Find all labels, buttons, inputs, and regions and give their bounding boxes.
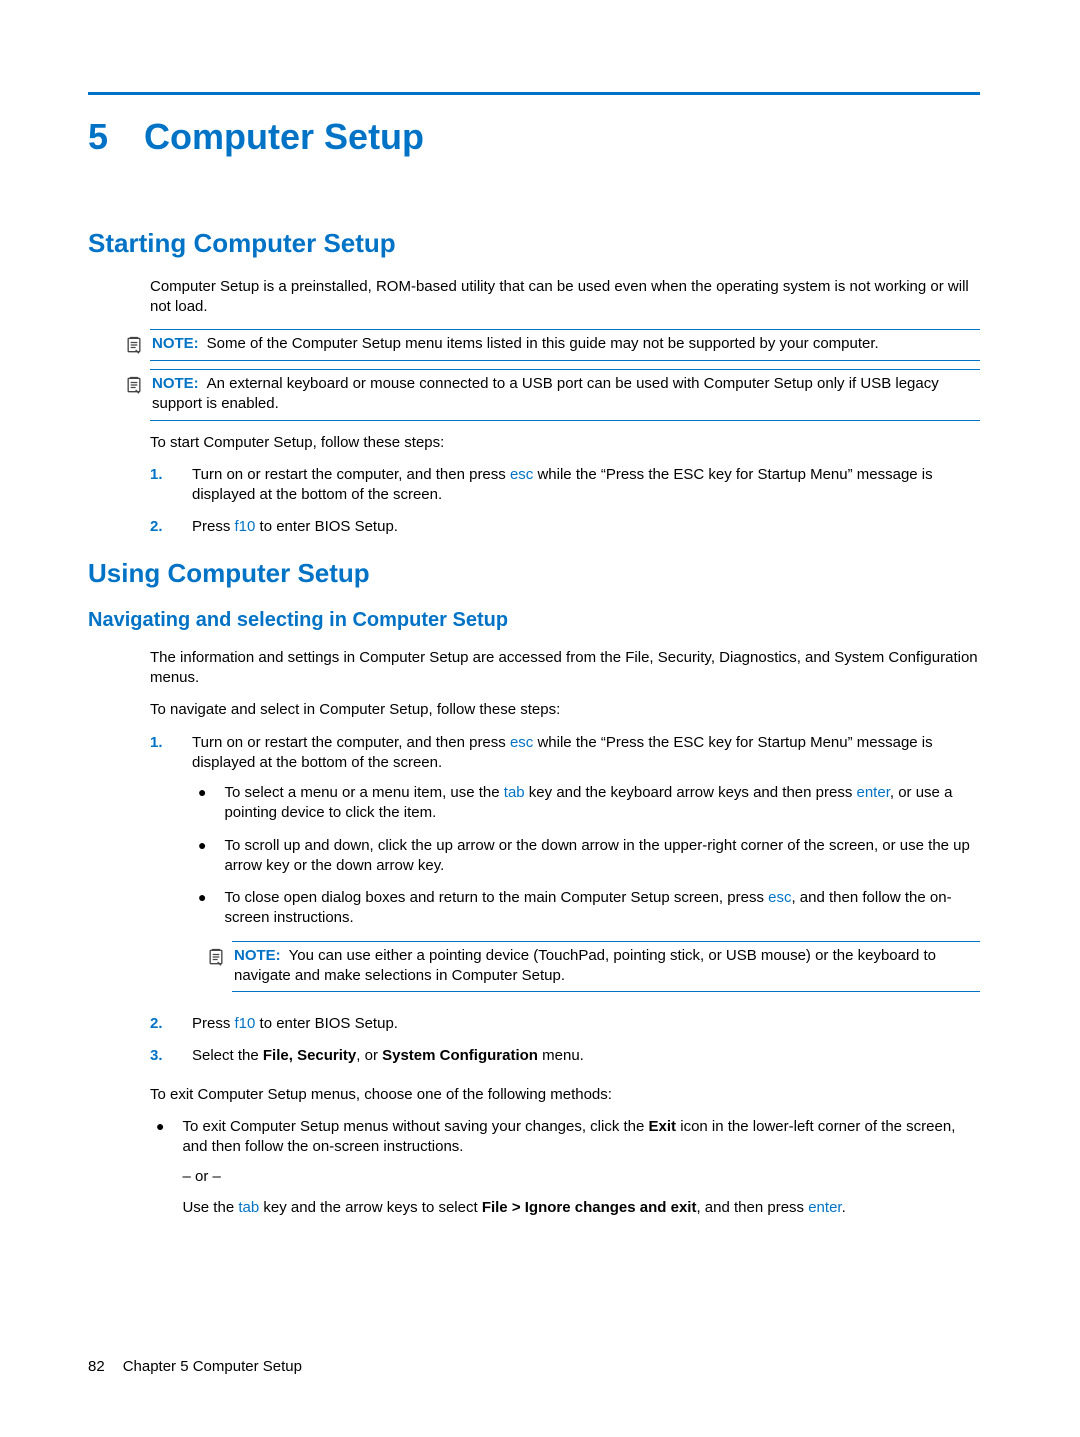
- note-label: NOTE:: [234, 947, 281, 964]
- sub-bullets: ● To select a menu or a menu item, use t…: [192, 783, 980, 929]
- step-3: 3. Select the File, Security, or System …: [150, 1046, 980, 1066]
- note-label: NOTE:: [152, 375, 199, 392]
- chapter-number: 5: [88, 113, 108, 162]
- step-number: 2.: [150, 1014, 168, 1034]
- note-icon: [124, 375, 144, 395]
- section-heading-starting: Starting Computer Setup: [88, 226, 980, 261]
- steps-lead: To start Computer Setup, follow these st…: [150, 433, 980, 453]
- step-2: 2. Press f10 to enter BIOS Setup.: [150, 517, 980, 537]
- chapter-title: Computer Setup: [144, 113, 424, 162]
- text: , and then press: [696, 1199, 808, 1216]
- note-3-text: NOTE:You can use either a pointing devic…: [234, 946, 980, 987]
- bullet-dot: ●: [192, 888, 206, 929]
- note-icon: [124, 335, 144, 355]
- note-box-1: NOTE: Some of the Computer Setup menu ite…: [150, 329, 980, 361]
- bullet-body: To close open dialog boxes and return to…: [224, 888, 980, 929]
- key-f10: f10: [235, 1015, 256, 1032]
- bullet-body: To exit Computer Setup menus without sav…: [182, 1117, 980, 1218]
- note-1-text: NOTE: Some of the Computer Setup menu ite…: [152, 334, 879, 354]
- step-body: Turn on or restart the computer, and the…: [192, 733, 980, 1003]
- section-body-using: The information and settings in Computer…: [150, 648, 980, 1218]
- key-enter: enter: [808, 1199, 841, 1216]
- step-body: Select the File, Security, or System Con…: [192, 1046, 980, 1066]
- bold-text: System Configuration: [382, 1047, 538, 1064]
- step-number: 3.: [150, 1046, 168, 1066]
- text: To exit Computer Setup menus without sav…: [182, 1118, 648, 1135]
- note-box-3: NOTE:You can use either a pointing devic…: [232, 941, 980, 993]
- steps-list-navigating: 1. Turn on or restart the computer, and …: [150, 733, 980, 1067]
- text: key and the keyboard arrow keys and then…: [525, 784, 857, 801]
- key-esc: esc: [768, 889, 791, 906]
- bullet-dot: ●: [192, 783, 206, 824]
- text: Turn on or restart the computer, and the…: [192, 466, 510, 483]
- bullet-item: ● To close open dialog boxes and return …: [192, 888, 980, 929]
- step-number: 2.: [150, 517, 168, 537]
- text: , or: [356, 1047, 382, 1064]
- bullet-dot: ●: [192, 836, 206, 877]
- key-esc: esc: [510, 466, 533, 483]
- key-tab: tab: [504, 784, 525, 801]
- key-f10: f10: [235, 518, 256, 535]
- step-1: 1. Turn on or restart the computer, and …: [150, 465, 980, 506]
- text: Turn on or restart the computer, and the…: [192, 734, 510, 751]
- bold-text: Exit: [649, 1118, 677, 1135]
- or-separator: – or –: [182, 1167, 980, 1187]
- note-box-2: NOTE:An external keyboard or mouse conne…: [150, 369, 980, 421]
- paragraph: To navigate and select in Computer Setup…: [150, 700, 980, 720]
- text: Select the: [192, 1047, 263, 1064]
- text: Press: [192, 1015, 235, 1032]
- text: key and the arrow keys to select: [259, 1199, 482, 1216]
- text: Use the: [182, 1199, 238, 1216]
- text: menu.: [538, 1047, 584, 1064]
- step-number: 1.: [150, 733, 168, 1003]
- text: Press: [192, 518, 235, 535]
- bullet-item: ● To scroll up and down, click the up ar…: [192, 836, 980, 877]
- step-2: 2. Press f10 to enter BIOS Setup.: [150, 1014, 980, 1034]
- step-1: 1. Turn on or restart the computer, and …: [150, 733, 980, 1003]
- note-2-text: NOTE:An external keyboard or mouse conne…: [152, 374, 980, 415]
- text: to enter BIOS Setup.: [255, 1015, 398, 1032]
- step-body: Press f10 to enter BIOS Setup.: [192, 517, 980, 537]
- paragraph: To exit Computer Setup menus, choose one…: [150, 1085, 980, 1105]
- bold-text: File > Ignore changes and exit: [482, 1199, 697, 1216]
- page-footer: 82 Chapter 5 Computer Setup: [88, 1357, 302, 1377]
- note-1-body: Some of the Computer Setup menu items li…: [207, 335, 879, 352]
- section-heading-using: Using Computer Setup: [88, 556, 980, 591]
- page-number: 82: [88, 1358, 105, 1375]
- chapter-top-rule: [88, 92, 980, 95]
- intro-paragraph: Computer Setup is a preinstalled, ROM-ba…: [150, 277, 980, 318]
- bullet-dot: ●: [150, 1117, 164, 1218]
- exit-bullets: ● To exit Computer Setup menus without s…: [150, 1117, 980, 1218]
- key-enter: enter: [857, 784, 890, 801]
- step-body: Turn on or restart the computer, and the…: [192, 465, 980, 506]
- text: .: [842, 1199, 846, 1216]
- bullet-body: To select a menu or a menu item, use the…: [224, 783, 980, 824]
- bullet-item: ● To exit Computer Setup menus without s…: [150, 1117, 980, 1218]
- key-esc: esc: [510, 734, 533, 751]
- note-2-body: An external keyboard or mouse connected …: [152, 375, 939, 412]
- alt-paragraph: Use the tab key and the arrow keys to se…: [182, 1198, 980, 1218]
- note-icon: [206, 947, 226, 967]
- text: to enter BIOS Setup.: [255, 518, 398, 535]
- bold-text: File, Security: [263, 1047, 356, 1064]
- steps-list-starting: 1. Turn on or restart the computer, and …: [150, 465, 980, 538]
- chapter-heading: 5 Computer Setup: [88, 113, 980, 162]
- step-body: Press f10 to enter BIOS Setup.: [192, 1014, 980, 1034]
- note-3-body: You can use either a pointing device (To…: [234, 947, 936, 984]
- footer-text: Chapter 5 Computer Setup: [123, 1358, 302, 1375]
- section-body-starting: Computer Setup is a preinstalled, ROM-ba…: [150, 277, 980, 538]
- bullet-body: To scroll up and down, click the up arro…: [224, 836, 980, 877]
- bullet-item: ● To select a menu or a menu item, use t…: [192, 783, 980, 824]
- text: To close open dialog boxes and return to…: [224, 889, 768, 906]
- subsection-heading-navigating: Navigating and selecting in Computer Set…: [88, 607, 980, 634]
- text: To select a menu or a menu item, use the: [224, 784, 503, 801]
- note-label: NOTE:: [152, 335, 199, 352]
- step-number: 1.: [150, 465, 168, 506]
- key-tab: tab: [238, 1199, 259, 1216]
- paragraph: The information and settings in Computer…: [150, 648, 980, 689]
